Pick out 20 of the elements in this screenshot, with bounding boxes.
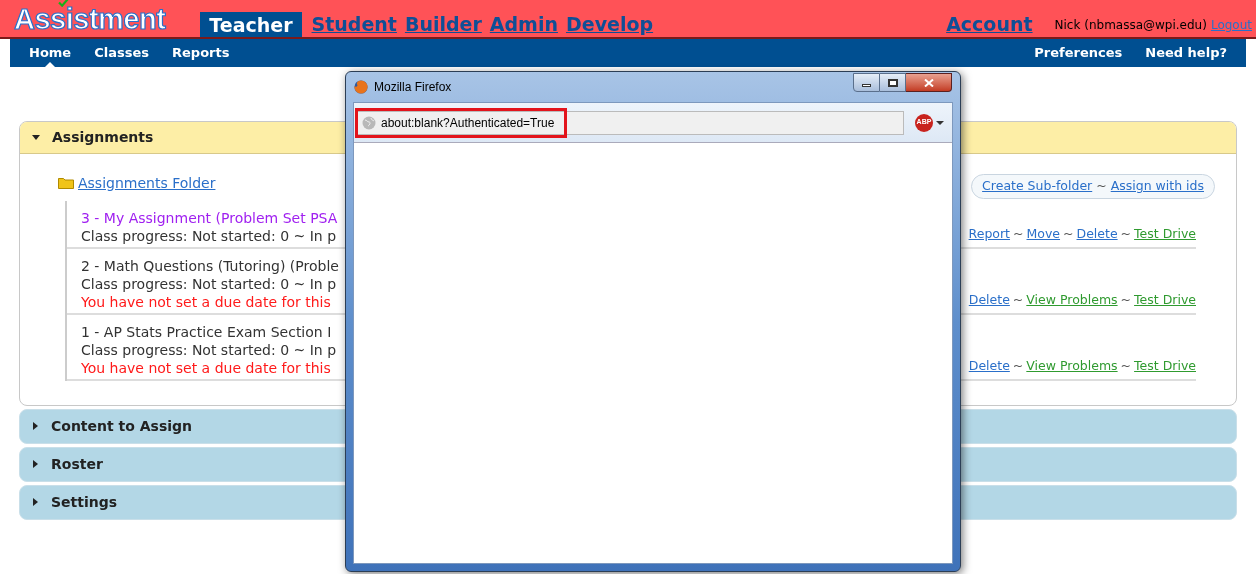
class-status-text: Class progress: Not started: 0 ~ In p (81, 274, 337, 293)
separator: ~ (1120, 291, 1132, 309)
due-date-warning: You have not set a due date for this (81, 358, 332, 377)
separator: ~ (1012, 357, 1024, 375)
panel-title: Assignments (52, 128, 154, 147)
due-date-warning: You have not set a due date for this (81, 292, 332, 311)
class-status-text: Class progress: Not started: 0 ~ In p (81, 340, 336, 359)
window-title: Mozilla Firefox (374, 79, 452, 96)
separator: ~ (1012, 291, 1024, 309)
url-text: about:blank?Authenticated=True (381, 114, 555, 132)
panel-title: Settings (51, 492, 118, 512)
separator: ~ (1120, 225, 1132, 243)
class-status-text: Class progress: Not started: 0 ~ In p (81, 226, 337, 245)
separator: ~ (1063, 225, 1074, 243)
separator: ~ (1013, 225, 1024, 243)
separator: ~ (1096, 177, 1107, 195)
panel-title: Roster (51, 454, 103, 474)
panel-title: Content to Assign (51, 416, 193, 436)
user-name: Nick (nbmassa@wpi.edu) (1054, 17, 1207, 34)
separator: ~ (1120, 357, 1132, 375)
